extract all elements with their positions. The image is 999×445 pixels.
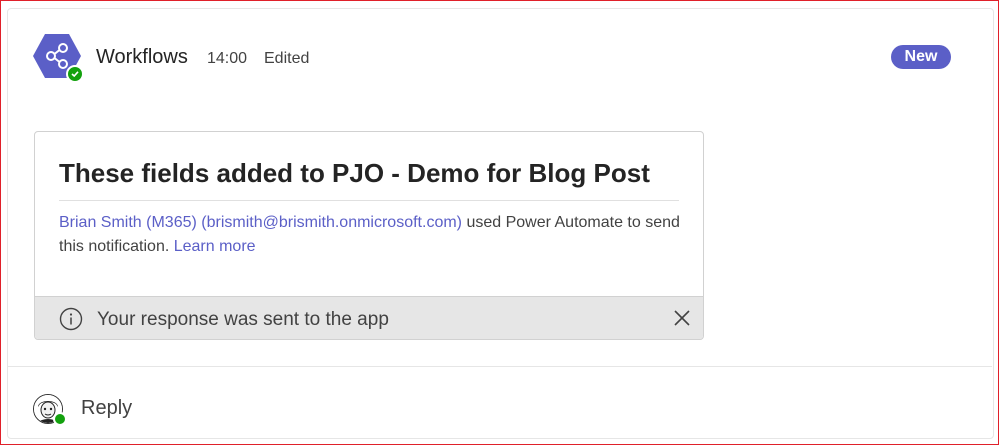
sender-name[interactable]: Workflows bbox=[96, 46, 188, 69]
edited-label: Edited bbox=[264, 50, 310, 67]
presence-available-icon bbox=[66, 65, 84, 83]
card-title: These fields added to PJO - Demo for Blo… bbox=[59, 158, 650, 188]
new-badge: New bbox=[891, 45, 951, 69]
message-time: 14:00 bbox=[207, 50, 248, 67]
info-icon bbox=[59, 307, 83, 331]
card-separator bbox=[59, 200, 679, 201]
user-presence-icon bbox=[53, 412, 67, 426]
response-footer: Your response was sent to the app bbox=[35, 296, 703, 339]
adaptive-card: These fields added to PJO - Demo for Blo… bbox=[34, 131, 704, 340]
close-icon[interactable] bbox=[673, 309, 691, 327]
response-status-text: Your response was sent to the app bbox=[97, 309, 389, 330]
learn-more-link[interactable]: Learn more bbox=[174, 238, 256, 255]
reply-divider bbox=[8, 366, 992, 367]
reply-button[interactable]: Reply bbox=[81, 397, 132, 420]
card-body: Brian Smith (M365) (brismith@brismith.on… bbox=[59, 211, 689, 259]
author-link[interactable]: Brian Smith (M365) (brismith@brismith.on… bbox=[59, 214, 462, 231]
